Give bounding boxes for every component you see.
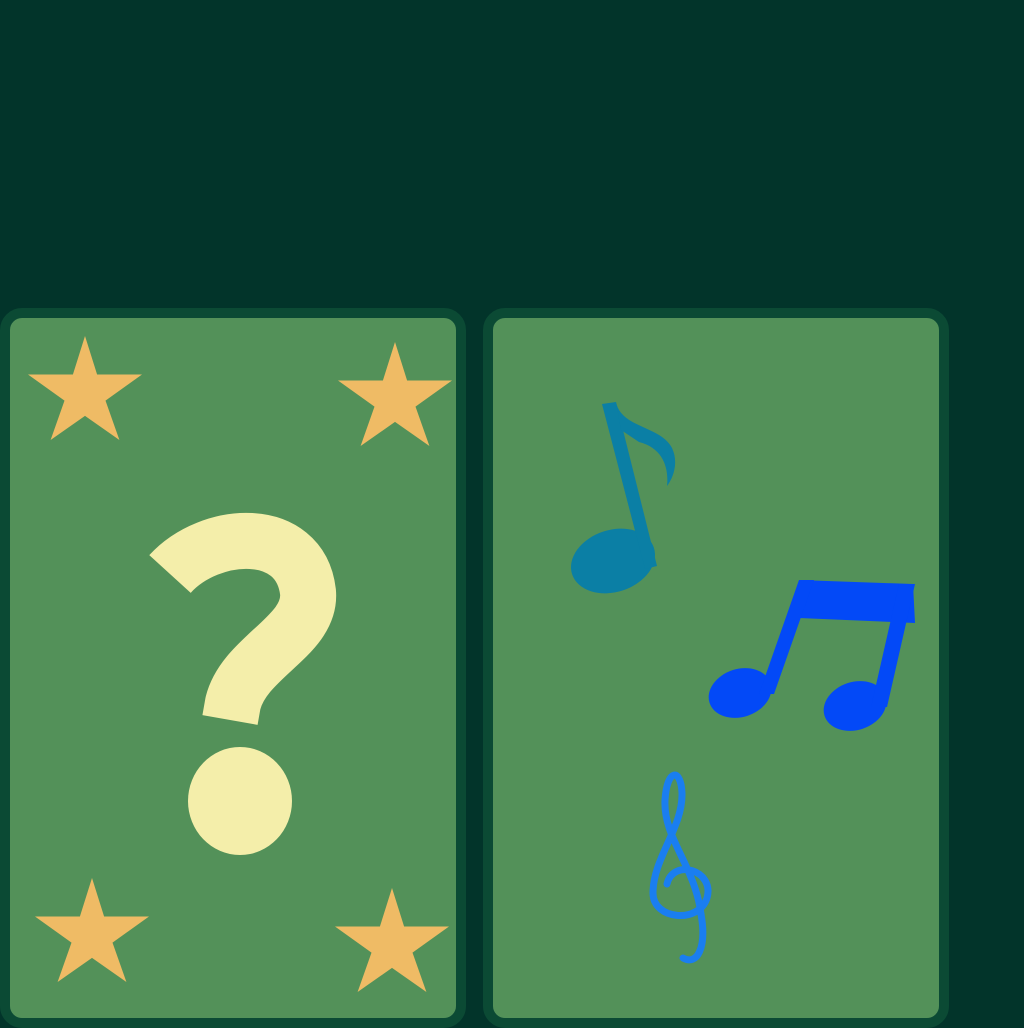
star-icon <box>335 888 449 992</box>
game-board <box>0 0 1024 1028</box>
card-face-up[interactable] <box>483 308 949 1028</box>
card-face-art <box>570 402 915 964</box>
eighth-note-icon <box>570 402 676 594</box>
card-face-down[interactable] <box>0 308 466 1028</box>
question-mark-icon <box>149 512 336 855</box>
star-icon <box>28 336 142 440</box>
card-back-art <box>28 336 452 992</box>
star-icon <box>35 878 149 982</box>
star-icon <box>338 342 452 446</box>
beamed-notes-icon <box>708 580 915 731</box>
treble-clef-icon <box>649 771 712 964</box>
